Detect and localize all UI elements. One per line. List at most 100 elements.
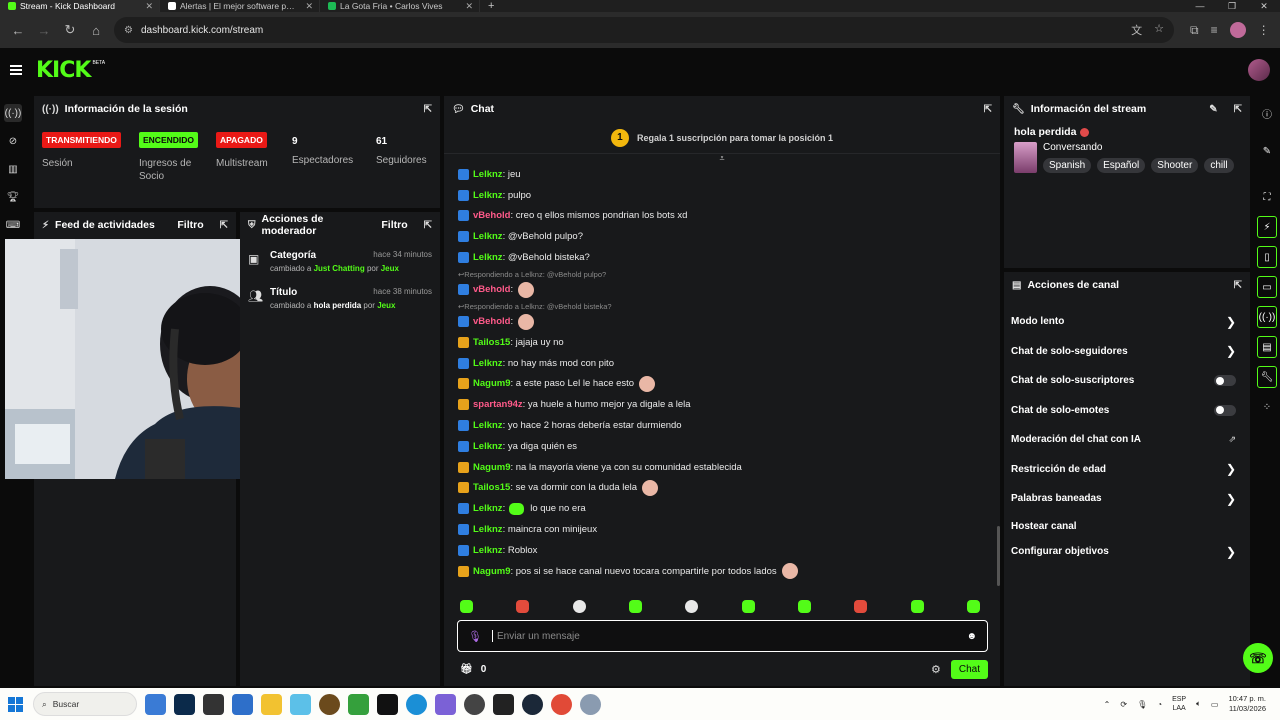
back-icon[interactable]: ← xyxy=(6,18,30,42)
wrench-icon[interactable]: 🔧︎ xyxy=(1257,366,1277,388)
chat-username[interactable]: vBehold xyxy=(473,316,510,327)
chat-username[interactable]: Lelknz xyxy=(473,190,503,201)
popout-icon[interactable]: ⇱ xyxy=(1234,280,1242,291)
app-icon[interactable] xyxy=(377,693,398,715)
emote-button[interactable] xyxy=(460,600,473,613)
app-icon[interactable] xyxy=(435,693,456,715)
chevron-right-icon[interactable]: ❯ xyxy=(1226,315,1236,329)
tag[interactable]: Shooter xyxy=(1151,158,1199,173)
emote-button[interactable] xyxy=(628,600,642,613)
trophy-icon[interactable]: 🏆︎ xyxy=(4,188,22,206)
chat-username[interactable]: Lelknz xyxy=(473,545,503,556)
chat-username[interactable]: Tailos15 xyxy=(473,482,510,493)
chat-username[interactable]: spartan94z xyxy=(473,399,523,410)
home-icon[interactable]: ⌂ xyxy=(84,18,108,42)
broadcast-icon[interactable]: ((·)) xyxy=(4,104,22,122)
mod-filter-button[interactable]: Filtro xyxy=(381,219,407,231)
edit-pencil-icon[interactable]: ✎ xyxy=(1209,104,1217,115)
edge-icon[interactable] xyxy=(406,693,427,715)
gift-sub-banner[interactable]: 1 Regala 1 suscripción para tomar la pos… xyxy=(444,122,1000,154)
popout-icon[interactable]: ⇱ xyxy=(220,220,228,231)
app-icon[interactable] xyxy=(493,693,514,715)
browser-tab[interactable]: La Gota Fria • Carlos Vives ✕ xyxy=(320,0,480,12)
emote-button[interactable] xyxy=(741,600,755,613)
chat-username[interactable]: Nagum9 xyxy=(473,566,510,577)
chevron-right-icon[interactable]: ❯ xyxy=(1226,492,1236,506)
chat-username[interactable]: Tailos15 xyxy=(473,337,510,348)
taskbar-search[interactable]: ⌕ Buscar xyxy=(33,692,137,716)
app-icon[interactable] xyxy=(319,693,340,715)
tab-close-icon[interactable]: ✕ xyxy=(305,1,313,12)
chat-username[interactable]: Lelknz xyxy=(473,524,503,535)
chevron-up-icon[interactable]: ⌃ xyxy=(1104,700,1111,709)
emote-button[interactable] xyxy=(685,600,699,613)
channel-action-row[interactable]: Moderación del chat con IA ⇗ xyxy=(1004,425,1250,455)
chat-settings-icon[interactable]: ⚙ xyxy=(931,663,941,676)
feed-filter-button[interactable]: Filtro xyxy=(177,219,203,231)
app-icon[interactable] xyxy=(464,693,485,715)
chat-username[interactable]: Nagum9 xyxy=(473,378,510,389)
battery-icon[interactable]: ▭ xyxy=(1211,700,1219,709)
emote-button[interactable] xyxy=(966,600,980,613)
minimize-button[interactable]: — xyxy=(1184,0,1216,12)
channel-action-row[interactable]: Restricción de edad ❯ xyxy=(1004,455,1250,485)
channel-action-row[interactable]: Hostear canal xyxy=(1004,514,1250,540)
channel-action-row[interactable]: Chat de solo-seguidores ❯ xyxy=(1004,337,1250,367)
chat-username[interactable]: Lelknz xyxy=(473,441,503,452)
clock[interactable]: 10:47 p. m. 11/03/2026 xyxy=(1228,694,1266,714)
popout-icon[interactable]: ⇱ xyxy=(424,104,432,115)
mic-icon[interactable]: 🎙︎ xyxy=(1137,700,1147,709)
emoji-picker-icon[interactable]: ☻ xyxy=(966,631,977,642)
document-icon[interactable]: ▯ xyxy=(1257,246,1277,268)
reload-icon[interactable]: ↻ xyxy=(58,18,82,42)
broadcast-icon[interactable]: ((·)) xyxy=(1257,306,1277,328)
chat-send-button[interactable]: Chat xyxy=(950,659,988,679)
emote-button[interactable] xyxy=(910,600,924,613)
chat-username[interactable]: Nagum9 xyxy=(473,462,510,473)
chat-username[interactable]: vBehold xyxy=(473,284,510,295)
external-link-icon[interactable]: ⇗ xyxy=(1228,434,1236,445)
popout-icon[interactable]: ⇱ xyxy=(984,104,992,115)
emote-button[interactable] xyxy=(854,600,868,613)
app-icon[interactable] xyxy=(145,693,166,715)
info-icon[interactable]: ⓘ xyxy=(1256,102,1278,124)
chat-username[interactable]: Lelknz xyxy=(473,358,503,369)
chat-username[interactable]: Lelknz xyxy=(473,231,503,242)
stats-icon[interactable]: ▥ xyxy=(4,160,22,178)
pencil-icon[interactable]: ✎ xyxy=(1256,140,1278,162)
hamburger-menu-icon[interactable] xyxy=(10,65,22,75)
chat-username[interactable]: Lelknz xyxy=(473,252,503,263)
tab-close-icon[interactable]: ✕ xyxy=(145,1,153,12)
emote-button[interactable] xyxy=(572,600,586,613)
app-icon[interactable] xyxy=(348,693,369,715)
channel-action-row[interactable]: Palabras baneadas ❯ xyxy=(1004,484,1250,514)
toggle-switch[interactable] xyxy=(1214,404,1236,416)
folder-icon[interactable] xyxy=(261,693,282,715)
browser-tab[interactable]: Alertas | El mejor software para ✕ xyxy=(160,0,320,12)
user-avatar[interactable] xyxy=(1248,59,1270,81)
chrome-icon[interactable] xyxy=(551,693,572,715)
channel-icon[interactable]: ▤ xyxy=(1257,336,1277,358)
windows-start-icon[interactable] xyxy=(8,696,23,712)
chevron-right-icon[interactable]: ❯ xyxy=(1226,462,1236,476)
popout-icon[interactable]: ⇱ xyxy=(1234,104,1242,115)
chat-username[interactable]: Lelknz xyxy=(473,420,503,431)
channel-action-row[interactable]: Configurar objetivos ❯ xyxy=(1004,539,1250,565)
popout-icon[interactable]: ⇱ xyxy=(424,220,432,231)
tag[interactable]: Spanish xyxy=(1043,158,1092,173)
chat-icon[interactable]: ▭ xyxy=(1257,276,1277,298)
photoshop-icon[interactable] xyxy=(174,693,195,715)
media-control-icon[interactable]: ≡ xyxy=(1211,23,1218,37)
forward-icon[interactable]: → xyxy=(32,18,56,42)
channel-action-row[interactable]: Chat de solo-suscriptores xyxy=(1004,366,1250,396)
tag[interactable]: Español xyxy=(1097,158,1146,173)
chat-scrollbar[interactable] xyxy=(997,526,1000,586)
new-tab-button[interactable]: + xyxy=(480,0,502,12)
profile-avatar[interactable] xyxy=(1229,22,1246,38)
chat-message-input[interactable] xyxy=(491,630,957,642)
emote-button[interactable] xyxy=(797,600,811,613)
channel-action-row[interactable]: Chat de solo-emotes xyxy=(1004,396,1250,426)
mic-icon[interactable]: 🎙︎ xyxy=(468,630,482,643)
link-icon[interactable]: ⊘ xyxy=(4,132,22,150)
maximize-button[interactable]: ❐ xyxy=(1216,0,1248,12)
